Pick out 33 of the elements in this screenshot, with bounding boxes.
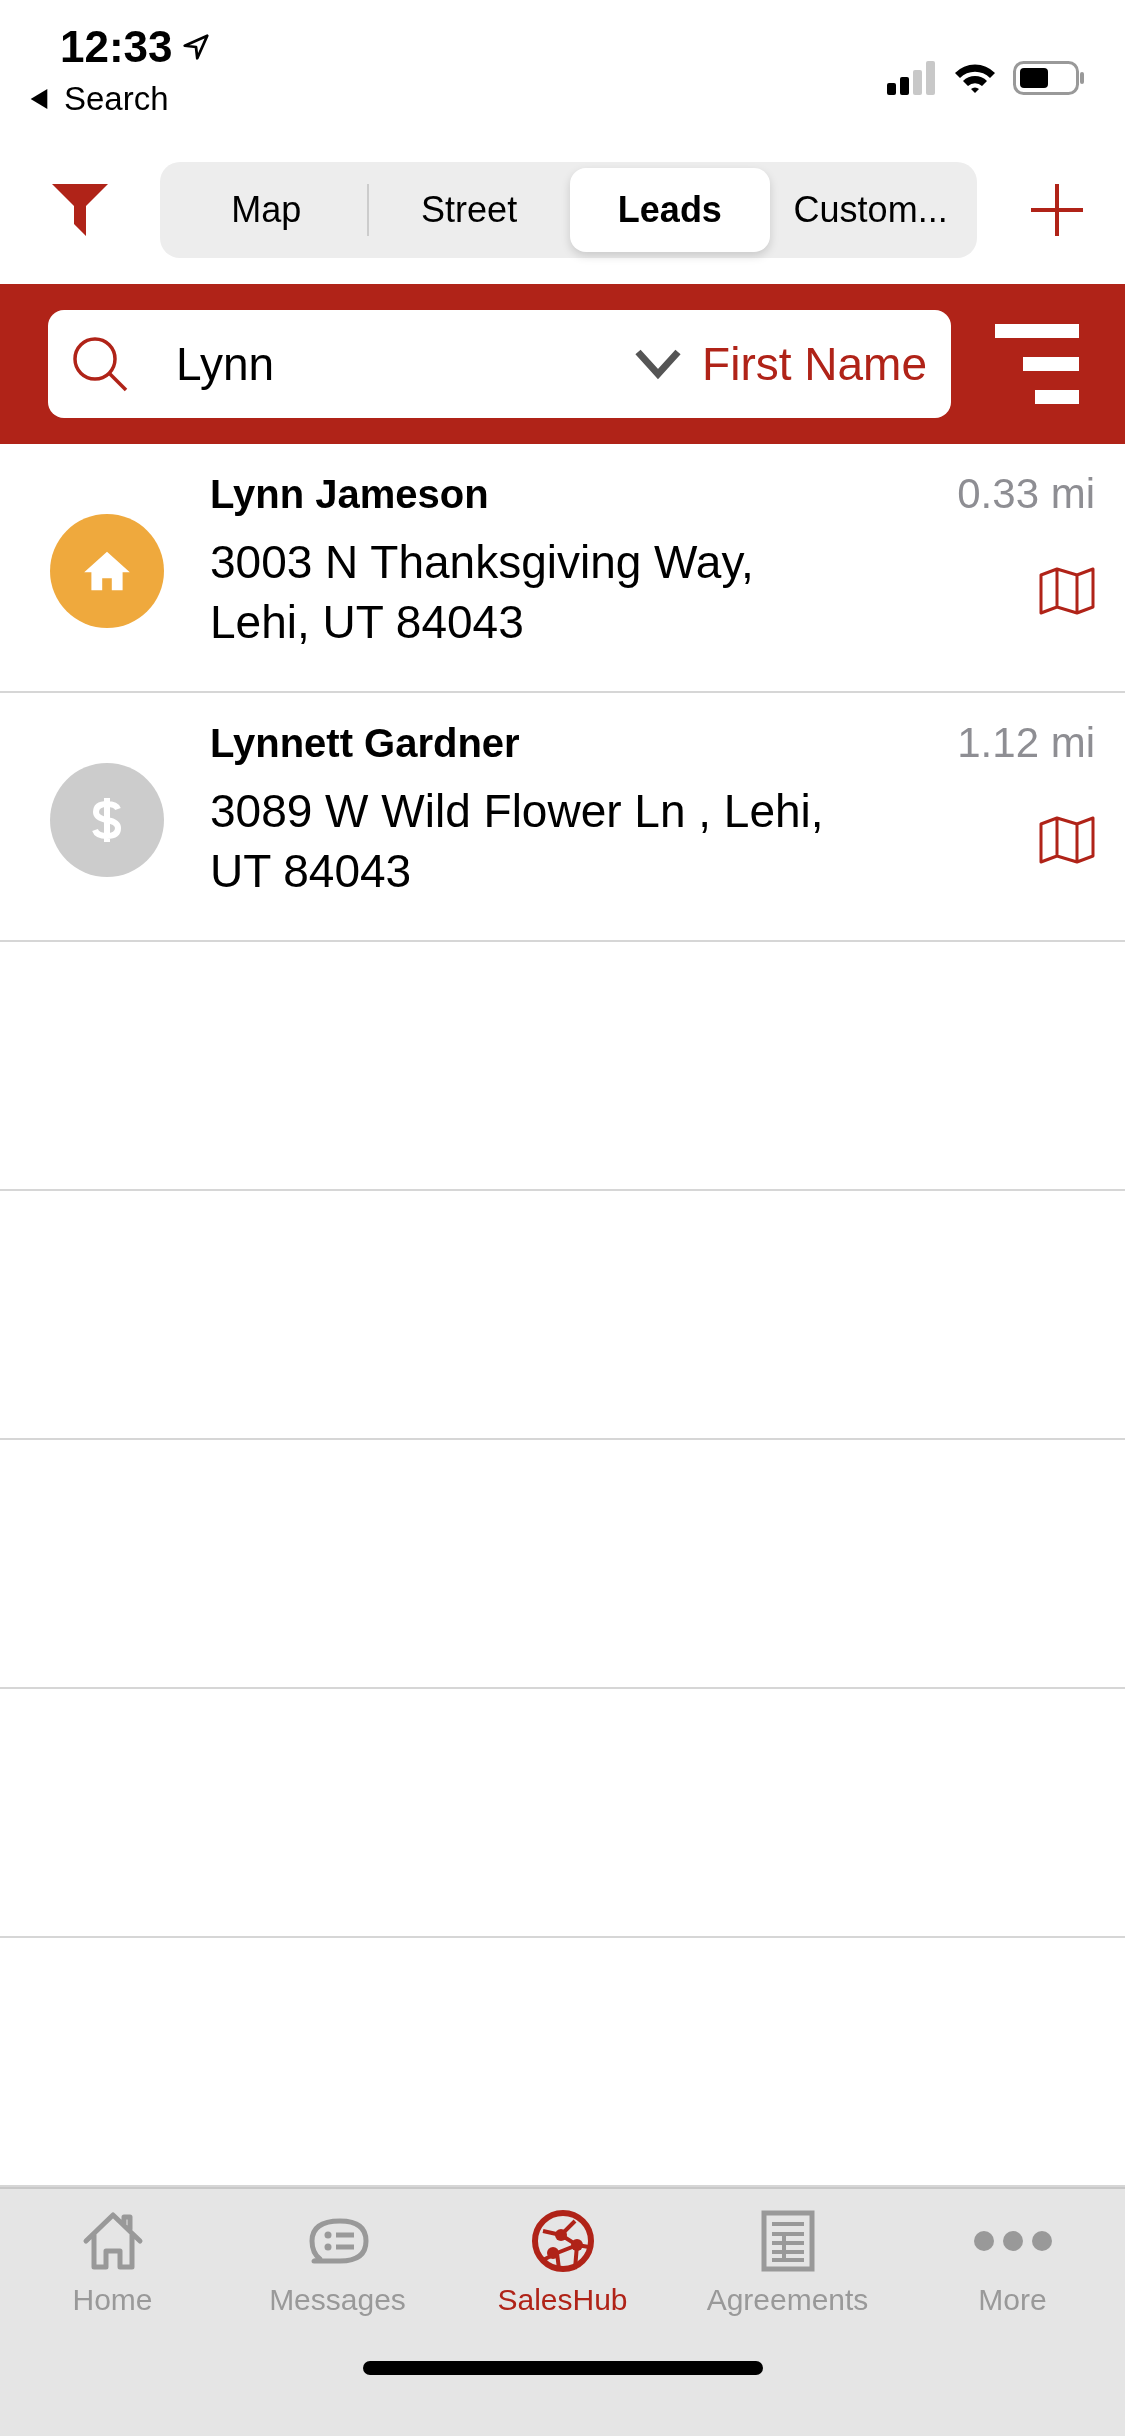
segment-tab[interactable]: Street	[368, 167, 570, 252]
lead-name: Lynnett Gardner	[210, 721, 520, 766]
wifi-icon	[953, 62, 997, 94]
lead-address: 3089 W Wild Flower Ln , Lehi, UT 84043	[210, 784, 825, 899]
lead-address: 3003 N Thanksgiving Way, Lehi, UT 84043	[210, 535, 755, 650]
search-field-dropdown[interactable]: First Name	[634, 337, 927, 392]
search-field[interactable]: Lynn First Name	[48, 310, 951, 419]
lead-distance: 0.33 mi	[957, 470, 1095, 518]
add-button[interactable]	[1029, 181, 1085, 238]
segment-tab[interactable]: Map	[166, 167, 367, 252]
chevron-down-icon	[634, 348, 683, 381]
sort-lines-icon	[995, 322, 1079, 407]
lead-distance: 1.12 mi	[957, 719, 1095, 767]
battery-icon	[1013, 61, 1085, 95]
lead-row[interactable]: Lynn Jameson 0.33 mi 3003 N Thanksgiving Way, Lehi, UT 84043	[0, 444, 1125, 693]
filter-icon	[52, 183, 108, 236]
location-arrow-icon	[180, 32, 211, 62]
lead-row[interactable]: Lynnett Gardner 1.12 mi 3089 W Wild Flower Ln , Lehi, UT 84043	[0, 693, 1125, 942]
filter-button[interactable]	[52, 183, 108, 236]
map-icon	[1039, 815, 1095, 864]
back-triangle-icon	[30, 89, 48, 109]
segment-tab[interactable]: Custom...	[770, 167, 971, 252]
search-input-text: Lynn	[176, 337, 276, 392]
plus-icon	[1029, 181, 1085, 238]
signal-icon	[887, 61, 937, 95]
back-link[interactable]: Search	[30, 80, 169, 118]
tab-bar-item[interactable]: SalesHub	[452, 2209, 673, 2317]
lead-name: Lynn Jameson	[210, 472, 489, 517]
sort-button[interactable]	[995, 322, 1079, 407]
network-globe-icon	[530, 2209, 595, 2273]
status-time: 12:33	[60, 22, 173, 72]
segment-tab[interactable]: Leads	[569, 167, 771, 252]
map-icon	[1039, 566, 1095, 615]
